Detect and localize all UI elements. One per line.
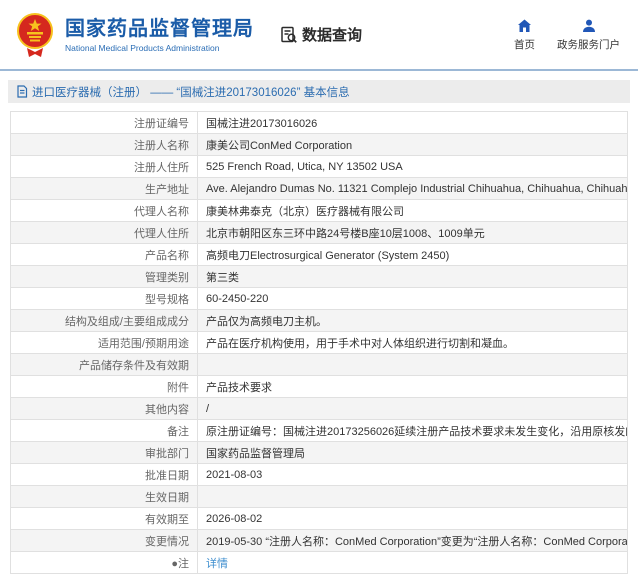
- table-row: 其他内容/: [11, 398, 628, 420]
- row-value: 高频电刀Electrosurgical Generator (System 24…: [198, 244, 628, 266]
- row-value: [198, 354, 628, 376]
- page: 国家药品监督管理局 National Medical Products Admi…: [0, 0, 638, 583]
- agency-title: 国家药品监督管理局: [65, 17, 254, 41]
- row-label: 管理类别: [11, 266, 198, 288]
- row-value: 2021-08-03: [198, 464, 628, 486]
- row-label: ●注: [11, 552, 198, 574]
- row-value: 康美林弗泰克（北京）医疗器械有限公司: [198, 200, 628, 222]
- row-value: [198, 486, 628, 508]
- breadcrumb-text: 进口医疗器械（注册） —— “国械注进20173016026” 基本信息: [32, 84, 350, 100]
- row-label: 代理人名称: [11, 200, 198, 222]
- site-header: 国家药品监督管理局 National Medical Products Admi…: [0, 0, 638, 71]
- row-label: 有效期至: [11, 508, 198, 530]
- row-value: 第三类: [198, 266, 628, 288]
- data-query-label: 数据查询: [302, 24, 362, 45]
- row-value: Ave. Alejandro Dumas No. 11321 Complejo …: [198, 178, 628, 200]
- table-row: 产品储存条件及有效期: [11, 354, 628, 376]
- document-icon: [16, 85, 28, 98]
- row-label: 注册证编号: [11, 112, 198, 134]
- row-value: 60-2450-220: [198, 288, 628, 310]
- registration-info-table: 注册证编号国械注进20173016026注册人名称康美公司ConMed Corp…: [10, 111, 628, 574]
- row-label: 备注: [11, 420, 198, 442]
- brand-text: 国家药品监督管理局 National Medical Products Admi…: [65, 17, 254, 53]
- table-row: 代理人名称康美林弗泰克（北京）医疗器械有限公司: [11, 200, 628, 222]
- table-row: 代理人住所北京市朝阳区东三环中路24号楼B座10层1008、1009单元: [11, 222, 628, 244]
- nav-home-label: 首页: [514, 37, 535, 52]
- row-label: 其他内容: [11, 398, 198, 420]
- row-label: 注册人住所: [11, 156, 198, 178]
- row-value: 产品在医疗机构使用，用于手术中对人体组织进行切割和凝血。: [198, 332, 628, 354]
- table-row: 变更情况2019-05-30 “注册人名称：ConMed Corporation…: [11, 530, 628, 552]
- row-value: 国家药品监督管理局: [198, 442, 628, 464]
- table-row: 审批部门国家药品监督管理局: [11, 442, 628, 464]
- table-row: 备注原注册证编号：国械注进20173256026延续注册产品技术要求未发生变化，…: [11, 420, 628, 442]
- table-row: 附件产品技术要求: [11, 376, 628, 398]
- row-label: 批准日期: [11, 464, 198, 486]
- table-row: 注册人名称康美公司ConMed Corporation: [11, 134, 628, 156]
- nav-home[interactable]: 首页: [514, 17, 535, 52]
- row-value: 产品仅为高频电刀主机。: [198, 310, 628, 332]
- row-label: 审批部门: [11, 442, 198, 464]
- data-query-icon: [280, 26, 298, 44]
- row-value: 原注册证编号：国械注进20173256026延续注册产品技术要求未发生变化，沿用…: [198, 420, 628, 442]
- table-row: 注册人住所525 French Road, Utica, NY 13502 US…: [11, 156, 628, 178]
- table-row: 适用范围/预期用途产品在医疗机构使用，用于手术中对人体组织进行切割和凝血。: [11, 332, 628, 354]
- table-row: 结构及组成/主要组成成分产品仅为高频电刀主机。: [11, 310, 628, 332]
- row-label: 产品储存条件及有效期: [11, 354, 198, 376]
- header-right-nav: 首页 政务服务门户: [514, 17, 620, 52]
- table-row: ●注详情: [11, 552, 628, 574]
- row-label: 生产地址: [11, 178, 198, 200]
- row-label: 注册人名称: [11, 134, 198, 156]
- table-row: 型号规格60-2450-220: [11, 288, 628, 310]
- row-label: 变更情况: [11, 530, 198, 552]
- brand: 国家药品监督管理局 National Medical Products Admi…: [14, 10, 254, 60]
- row-label: 附件: [11, 376, 198, 398]
- table-row: 管理类别第三类: [11, 266, 628, 288]
- row-label: 结构及组成/主要组成成分: [11, 310, 198, 332]
- row-value: /: [198, 398, 628, 420]
- row-label: 代理人住所: [11, 222, 198, 244]
- row-label: 适用范围/预期用途: [11, 332, 198, 354]
- table-row: 注册证编号国械注进20173016026: [11, 112, 628, 134]
- table-row: 批准日期2021-08-03: [11, 464, 628, 486]
- table-row: 生产地址Ave. Alejandro Dumas No. 11321 Compl…: [11, 178, 628, 200]
- table-row: 产品名称高频电刀Electrosurgical Generator (Syste…: [11, 244, 628, 266]
- nmpa-emblem-logo: [14, 10, 56, 60]
- detail-link[interactable]: 详情: [206, 558, 228, 570]
- user-icon: [582, 17, 596, 33]
- row-value: 康美公司ConMed Corporation: [198, 134, 628, 156]
- row-label: 生效日期: [11, 486, 198, 508]
- row-value: 2026-08-02: [198, 508, 628, 530]
- table-row: 有效期至2026-08-02: [11, 508, 628, 530]
- row-value: 525 French Road, Utica, NY 13502 USA: [198, 156, 628, 178]
- home-icon: [517, 17, 532, 33]
- agency-subtitle: National Medical Products Administration: [65, 43, 254, 53]
- row-value: 2019-05-30 “注册人名称：ConMed Corporation”变更为…: [198, 530, 628, 552]
- breadcrumb: 进口医疗器械（注册） —— “国械注进20173016026” 基本信息: [8, 80, 630, 103]
- table-row: 生效日期: [11, 486, 628, 508]
- row-value: 产品技术要求: [198, 376, 628, 398]
- row-value: 北京市朝阳区东三环中路24号楼B座10层1008、1009单元: [198, 222, 628, 244]
- nav-gov-portal-label: 政务服务门户: [557, 37, 620, 52]
- nav-data-query[interactable]: 数据查询: [280, 24, 362, 45]
- row-label: 型号规格: [11, 288, 198, 310]
- row-value: 国械注进20173016026: [198, 112, 628, 134]
- row-value: 详情: [198, 552, 628, 574]
- row-label: 产品名称: [11, 244, 198, 266]
- nav-gov-portal[interactable]: 政务服务门户: [557, 17, 620, 52]
